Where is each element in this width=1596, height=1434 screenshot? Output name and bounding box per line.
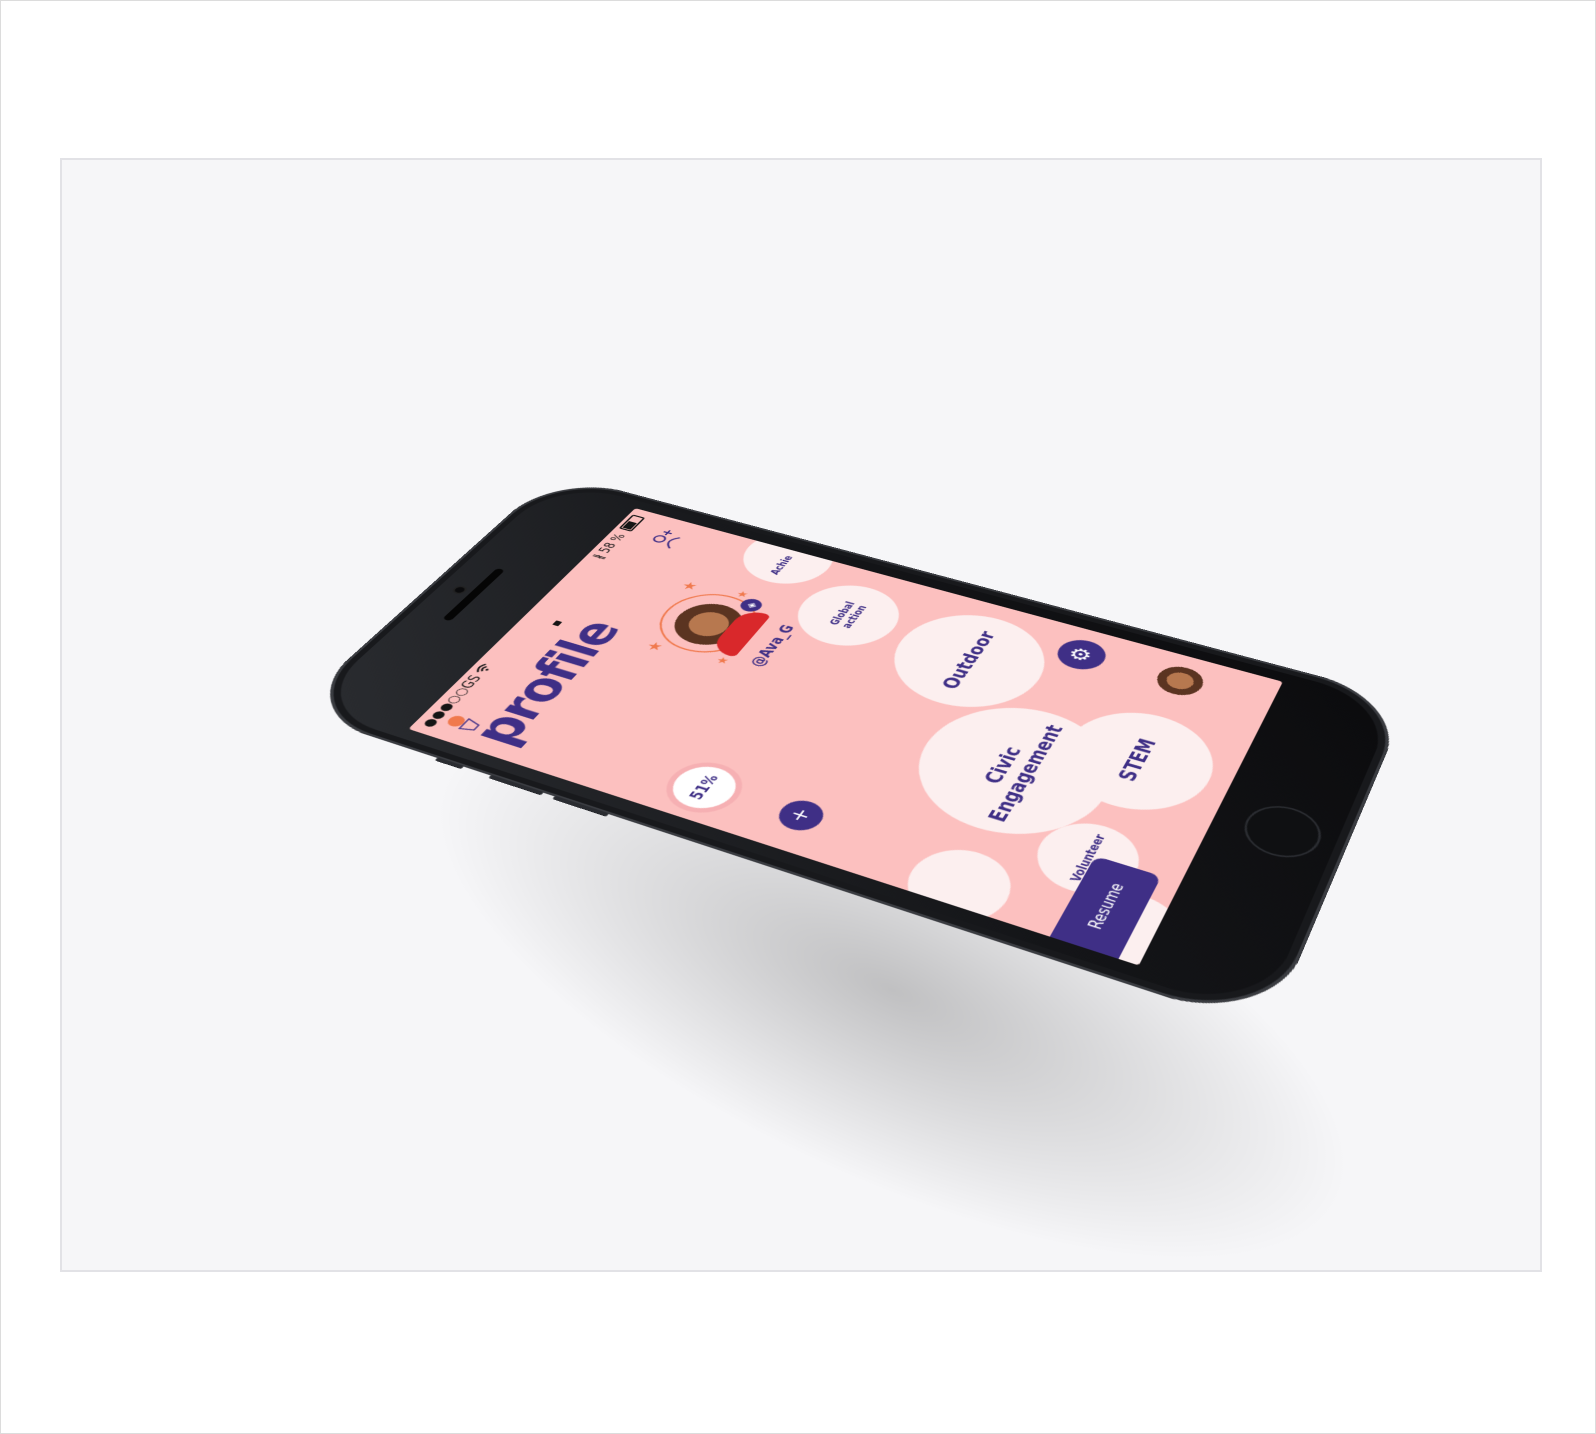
phone-device: ●●●○○GS ∦ 58 % profile ★ ★ ★ ★ ◈ @Ava_G … (291, 473, 1409, 1030)
bubble-label: Global action (821, 594, 875, 637)
wifi-icon (472, 662, 496, 676)
page-title: profile (458, 615, 633, 752)
gear-icon: ⚙ (1063, 644, 1099, 664)
bubble-label: Civic Engagement (960, 716, 1069, 825)
bubble-label: STEM (1114, 736, 1161, 784)
add-person-icon[interactable] (646, 527, 686, 550)
star-icon: ★ (677, 580, 702, 593)
battery-status: ∦ 58 % (590, 514, 647, 560)
progress-badge: 51% (661, 760, 747, 815)
mini-avatar[interactable] (1145, 660, 1210, 702)
scene: ●●●○○GS ∦ 58 % profile ★ ★ ★ ★ ◈ @Ava_G … (62, 160, 1540, 1270)
mute-switch (435, 757, 465, 769)
volume-down-button (552, 796, 609, 817)
star-icon: ★ (713, 655, 733, 666)
bubble-partial[interactable] (891, 839, 1027, 935)
mockup-canvas: ●●●○○GS ∦ 58 % profile ★ ★ ★ ★ ◈ @Ava_G … (60, 158, 1542, 1272)
star-icon: ★ (642, 640, 668, 654)
battery-percent: 58 % (596, 532, 629, 554)
lock-icon (552, 620, 562, 626)
bubble-global-action[interactable]: Global action (780, 576, 915, 656)
settings-button[interactable]: ⚙ (1051, 635, 1113, 674)
app-screen: ●●●○○GS ∦ 58 % profile ★ ★ ★ ★ ◈ @Ava_G … (408, 508, 1282, 965)
front-camera-icon (453, 586, 466, 593)
home-button[interactable] (1238, 800, 1327, 864)
bluetooth-icon: ∦ (590, 553, 608, 561)
bubble-label: Outdoor (937, 629, 1000, 692)
earpiece-speaker (442, 568, 505, 621)
battery-icon (619, 514, 646, 531)
volume-up-button (488, 775, 544, 796)
bubble-label: Achie (768, 554, 796, 575)
bubble-outdoor[interactable]: Outdoor (869, 601, 1066, 723)
bubble-achievements[interactable]: Achie (727, 524, 848, 592)
add-button[interactable]: + (771, 796, 830, 835)
